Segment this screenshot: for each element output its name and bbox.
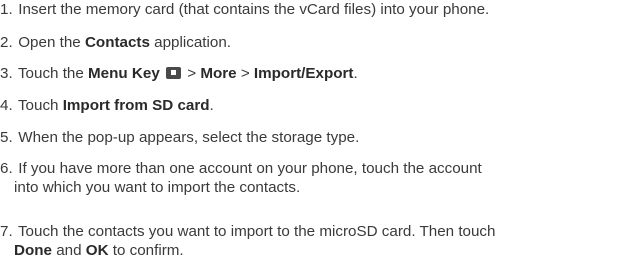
menu-key-icon [166, 67, 181, 79]
step-text-line1: Touch the contacts you want to import to… [17, 223, 496, 240]
step-6: 6. If you have more than one account on … [0, 159, 628, 197]
step-number: 1. [0, 1, 13, 18]
import-from-sd-label: Import from SD card [62, 97, 210, 114]
step-1: 1. Insert the memory card (that contains… [0, 0, 628, 19]
step-4: 4. Touch Import from SD card. [0, 96, 628, 115]
step-number: 6. [0, 160, 13, 177]
step-number: 2. [0, 34, 13, 51]
done-label: Done [14, 242, 52, 259]
step-text-post: . [209, 97, 214, 114]
step-text-pre: Open the [18, 34, 85, 51]
step-text-mid: and [51, 242, 86, 259]
step-text-post: to confirm. [108, 242, 184, 259]
step-number: 4. [0, 97, 13, 114]
step-text: When the pop-up appears, select the stor… [18, 129, 360, 146]
ok-label: OK [85, 242, 109, 259]
separator: > [183, 65, 201, 82]
step-text-line1: If you have more than one account on you… [18, 160, 482, 177]
step-5: 5. When the pop-up appears, select the s… [0, 128, 628, 147]
step-number: 7. [0, 223, 13, 240]
step-text-pre: Touch [17, 97, 63, 114]
contacts-app-name: Contacts [84, 34, 150, 51]
step-text-pre: Touch the [17, 65, 89, 82]
separator: > [236, 65, 254, 82]
step-2: 2. Open the Contacts application. [0, 33, 628, 52]
step-number: 3. [0, 65, 13, 82]
step-text: Insert the memory card (that contains th… [18, 1, 490, 18]
step-text-line2: Done and OK to confirm. [0, 241, 628, 260]
more-label: More [200, 65, 237, 82]
import-export-label: Import/Export [253, 65, 354, 82]
step-text-post: application. [149, 34, 231, 51]
step-7: 7. Touch the contacts you want to import… [0, 222, 628, 260]
menu-key-label: Menu Key [88, 65, 160, 82]
step-text-line2: into which you want to import the contac… [14, 179, 301, 196]
step-3: 3. Touch the Menu Key > More > Import/Ex… [0, 64, 628, 83]
step-text-post: . [353, 65, 358, 82]
step-number: 5. [0, 129, 13, 146]
instruction-page: 1. Insert the memory card (that contains… [0, 0, 629, 280]
